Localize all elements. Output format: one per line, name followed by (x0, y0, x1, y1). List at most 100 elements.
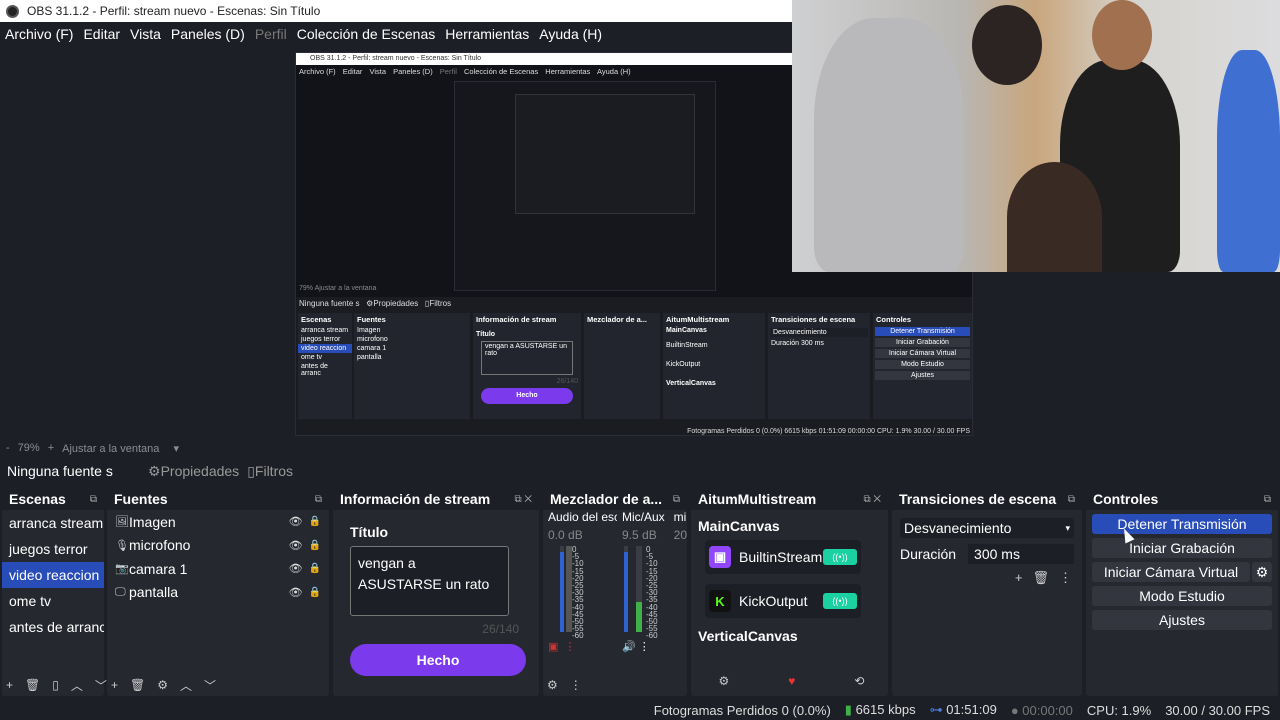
chevron-up-icon[interactable]: ︿ (180, 677, 192, 694)
chevron-down-icon[interactable]: ﹀ (95, 677, 107, 694)
scenes-header: Escenas ⧉ (2, 488, 104, 510)
lock-icon[interactable]: 🔒 (309, 563, 321, 574)
duration-row: Duración 300 ms (900, 544, 1074, 564)
nested-info-count: 26/140 (556, 378, 578, 385)
nested-aitum: AitumMultistream MainCanvas BuiltinStrea… (663, 313, 765, 419)
eye-icon[interactable]: 👁 (289, 562, 303, 575)
menu-herramientas[interactable]: Herramientas (445, 26, 529, 42)
close-icon[interactable]: ⧉ ✕ (863, 494, 881, 505)
camera-icon: 📷 (115, 563, 129, 576)
done-button[interactable]: Hecho (350, 644, 526, 676)
stream-toggle[interactable]: ((•)) (823, 549, 857, 565)
gear-icon[interactable]: ⚙ (157, 678, 168, 692)
link-icon[interactable]: ⟲ (854, 674, 864, 688)
scene-item-selected[interactable]: video reaccion (2, 562, 104, 588)
zoom-out-button[interactable]: - (6, 442, 10, 454)
source-item[interactable]: 🎙 microfono 👁 🔒 (107, 534, 329, 558)
transitions-header: Transiciones de escena ⧉ (892, 488, 1082, 510)
close-icon[interactable]: ⧉ ✕ (514, 494, 532, 505)
meter-scale: 0 -5 -10 -15 -20 -25 -30 -35 -40 -45 -50 -55 -60 (646, 545, 658, 641)
stream-toggle[interactable]: ((•)) (823, 593, 857, 609)
start-virtual-camera-button[interactable]: Iniciar Cámara Virtual (1092, 562, 1250, 582)
menu-editar[interactable]: Editar (83, 26, 120, 42)
volume-meter[interactable]: 0 -5 -10 -15 -20 -25 -30 -35 -40 -45 -50 -55 -60 (548, 546, 617, 640)
trash-icon[interactable]: 🗑 (1032, 570, 1049, 586)
mixer-channel: Mic/Aux 9.5 dB 0 -5 -10 -15 -20 -25 -30 -35 -40-… (617, 510, 669, 653)
settings-button[interactable]: Ajustes (1092, 610, 1272, 630)
filters-button[interactable]: ▯ Filtros (247, 463, 293, 480)
duration-input[interactable]: 300 ms (968, 544, 1074, 564)
more-icon[interactable]: ⋮ (1059, 570, 1072, 586)
chevron-down-icon[interactable]: ﹀ (204, 677, 216, 694)
nested-aitum-vertical: VerticalCanvas (666, 380, 716, 387)
lock-icon[interactable]: 🔒 (309, 587, 321, 598)
undock-icon[interactable]: ⧉ (673, 494, 680, 505)
mixer-settings-icon[interactable]: ⚙ (547, 678, 558, 692)
lock-icon[interactable]: 🔒 (309, 540, 321, 551)
source-item[interactable]: 🖵 pantalla 👁 🔒 (107, 581, 329, 605)
menu-paneles[interactable]: Paneles (D) (171, 26, 245, 42)
undock-icon[interactable]: ⧉ (315, 494, 322, 505)
filter-icon[interactable]: ▯ (52, 678, 59, 692)
scene-item[interactable]: arranca stream (2, 510, 104, 536)
nested-source: microfono (357, 336, 388, 343)
scenes-title: Escenas (9, 491, 66, 507)
eye-icon[interactable]: 👁 (289, 586, 303, 599)
transitions-dock: Transiciones de escena ⧉ Desvanecimiento ▾… (892, 488, 1082, 696)
chevron-up-icon[interactable]: ︿ (71, 677, 83, 694)
nested-mixer-title: Mezclador de a... (587, 315, 648, 324)
nested-menu-item: Colección de Escenas (463, 67, 539, 76)
nested-source: pantalla (357, 354, 382, 361)
service-name: KickOutput (739, 593, 808, 609)
trash-icon[interactable]: 🗑 (130, 678, 145, 692)
menu-archivo[interactable]: Archivo (F) (5, 26, 73, 42)
start-recording-button[interactable]: Iniciar Grabación (1092, 538, 1272, 558)
undock-icon[interactable]: ⧉ (1264, 494, 1271, 505)
gear-icon[interactable]: ⚙ (1252, 562, 1272, 582)
zoom-in-button[interactable]: + (48, 442, 54, 454)
trash-icon[interactable]: 🗑 (25, 678, 40, 692)
gear-icon[interactable]: ⚙ (719, 674, 730, 688)
controls-title: Controles (1093, 491, 1159, 507)
lock-icon[interactable]: 🔒 (309, 516, 321, 527)
scenes-dock: Escenas ⧉ arranca stream juegos terror vi… (2, 488, 107, 696)
source-item[interactable]: 📷 camara 1 👁 🔒 (107, 557, 329, 581)
builtin-stream-row: ▣ BuiltinStream ((•)) (705, 540, 861, 574)
menu-perfil[interactable]: Perfil (255, 26, 287, 42)
nested-scene: antes de arranc (301, 363, 328, 377)
add-icon[interactable]: + (111, 678, 118, 692)
nested-menu-item: Herramientas (545, 67, 591, 76)
add-icon[interactable]: + (1015, 570, 1023, 586)
scene-item[interactable]: ome tv (2, 588, 104, 614)
volume-meter[interactable]: 0 -5 -10 -15 -20 -25 -30 -35 -40 -45 -50 -55 -60 (622, 546, 669, 640)
scenes-footer: + 🗑 ▯ ︿ ﹀ (2, 674, 107, 696)
source-item[interactable]: 🖼 Imagen 👁 🔒 (107, 510, 329, 534)
nested-ctrl-button: Modo Estudio (875, 360, 970, 369)
eye-icon[interactable]: 👁 (289, 515, 303, 528)
transition-select[interactable]: Desvanecimiento ▾ (900, 518, 1074, 538)
undock-icon[interactable]: ⧉ (1068, 494, 1075, 505)
speaker-icon[interactable]: 🔊 ⋮ (622, 640, 669, 653)
service-name: BuiltinStream (739, 549, 823, 565)
fps: 30.00 / 30.00 FPS (1165, 702, 1270, 718)
add-icon[interactable]: + (6, 678, 13, 692)
nested-ctrl-button: Detener Transmisión (875, 327, 970, 336)
aitum-header: AitumMultistream ⧉ ✕ (691, 488, 888, 510)
meter-scale: 0 -5 -10 -15 -20 -25 -30 -35 -40 -45 -50 -55 -60 (572, 545, 584, 641)
studio-mode-button[interactable]: Modo Estudio (1092, 586, 1272, 606)
menu-ayuda[interactable]: Ayuda (H) (539, 26, 602, 42)
menu-vista[interactable]: Vista (130, 26, 161, 42)
title-textarea[interactable]: vengan a ASUSTARSE un rato (350, 546, 509, 616)
properties-button[interactable]: ⚙ Propiedades (148, 463, 239, 480)
zoom-fit-dropdown[interactable]: Ajustar a la ventana ▾ (62, 442, 179, 455)
mute-icon[interactable]: ▣ ⋮ (548, 640, 617, 653)
scene-item[interactable]: antes de arranc (2, 614, 104, 640)
eye-icon[interactable]: 👁 (289, 539, 303, 552)
scene-item[interactable]: juegos terror (2, 536, 104, 562)
undock-icon[interactable]: ⧉ (90, 494, 97, 505)
menu-coleccion[interactable]: Colección de Escenas (297, 26, 436, 42)
more-icon[interactable]: ⋮ (570, 678, 582, 692)
heart-icon[interactable]: ♥ (788, 674, 795, 688)
twitch-icon: ▣ (709, 546, 731, 568)
transition-buttons: + 🗑 ⋮ (892, 570, 1072, 586)
